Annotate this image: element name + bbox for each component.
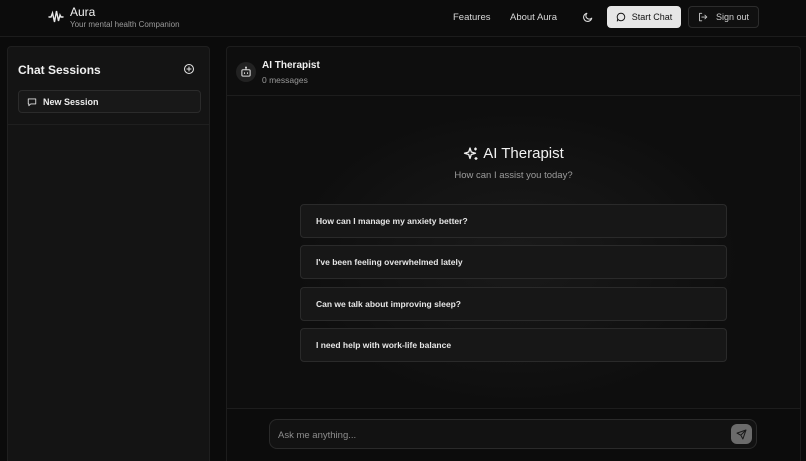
hero-subtitle: How can I assist you today? [454, 170, 573, 181]
sparkles-icon [464, 146, 478, 160]
chat-sessions-sidebar: Chat Sessions New Session [7, 46, 210, 461]
nav-features-link[interactable]: Features [453, 12, 491, 23]
start-chat-button[interactable]: Start Chat [607, 6, 681, 28]
top-navbar: Aura Your mental health Companion Featur… [0, 0, 806, 37]
brand-text: Aura Your mental health Companion [70, 5, 180, 31]
send-button[interactable] [731, 424, 752, 444]
plus-circle-icon[interactable] [183, 63, 195, 75]
nav-about-link[interactable]: About Aura [510, 12, 557, 23]
message-input[interactable] [278, 426, 718, 444]
composer-area [227, 408, 800, 461]
bot-icon [241, 66, 251, 77]
bot-avatar [236, 62, 256, 82]
message-circle-icon [616, 12, 625, 22]
message-composer [269, 419, 757, 449]
suggestion-button[interactable]: Can we talk about improving sleep? [300, 287, 727, 321]
start-chat-label: Start Chat [631, 12, 673, 22]
sign-out-button[interactable]: Sign out [688, 6, 759, 28]
suggestion-button[interactable]: How can I manage my anxiety better? [300, 204, 727, 238]
moon-icon[interactable] [582, 11, 594, 23]
hero-title: AI Therapist [483, 145, 564, 162]
sidebar-title: Chat Sessions [18, 63, 101, 77]
app-root: Aura Your mental health Companion Featur… [0, 0, 806, 461]
app-name: Aura [70, 5, 96, 19]
brand[interactable]: Aura Your mental health Companion [48, 5, 180, 31]
log-out-icon [699, 12, 708, 22]
app-tagline: Your mental health Companion [70, 20, 180, 29]
sign-out-label: Sign out [715, 12, 750, 22]
new-session-button[interactable]: New Session [18, 90, 201, 113]
chat-title: AI Therapist [262, 60, 320, 71]
suggestion-button[interactable]: I need help with work-life balance [300, 328, 727, 362]
message-square-icon [27, 97, 37, 106]
chat-header: AI Therapist 0 messages [227, 47, 800, 96]
suggestion-button[interactable]: I've been feeling overwhelmed lately [300, 245, 727, 279]
chat-panel: AI Therapist 0 messages AI Therapist How… [226, 46, 801, 461]
hero-heading: AI Therapist [227, 145, 800, 162]
sidebar-divider [8, 124, 209, 125]
send-icon [736, 429, 747, 439]
waveform-icon [48, 10, 64, 23]
new-session-label: New Session [43, 96, 99, 107]
message-count: 0 messages [262, 75, 308, 85]
